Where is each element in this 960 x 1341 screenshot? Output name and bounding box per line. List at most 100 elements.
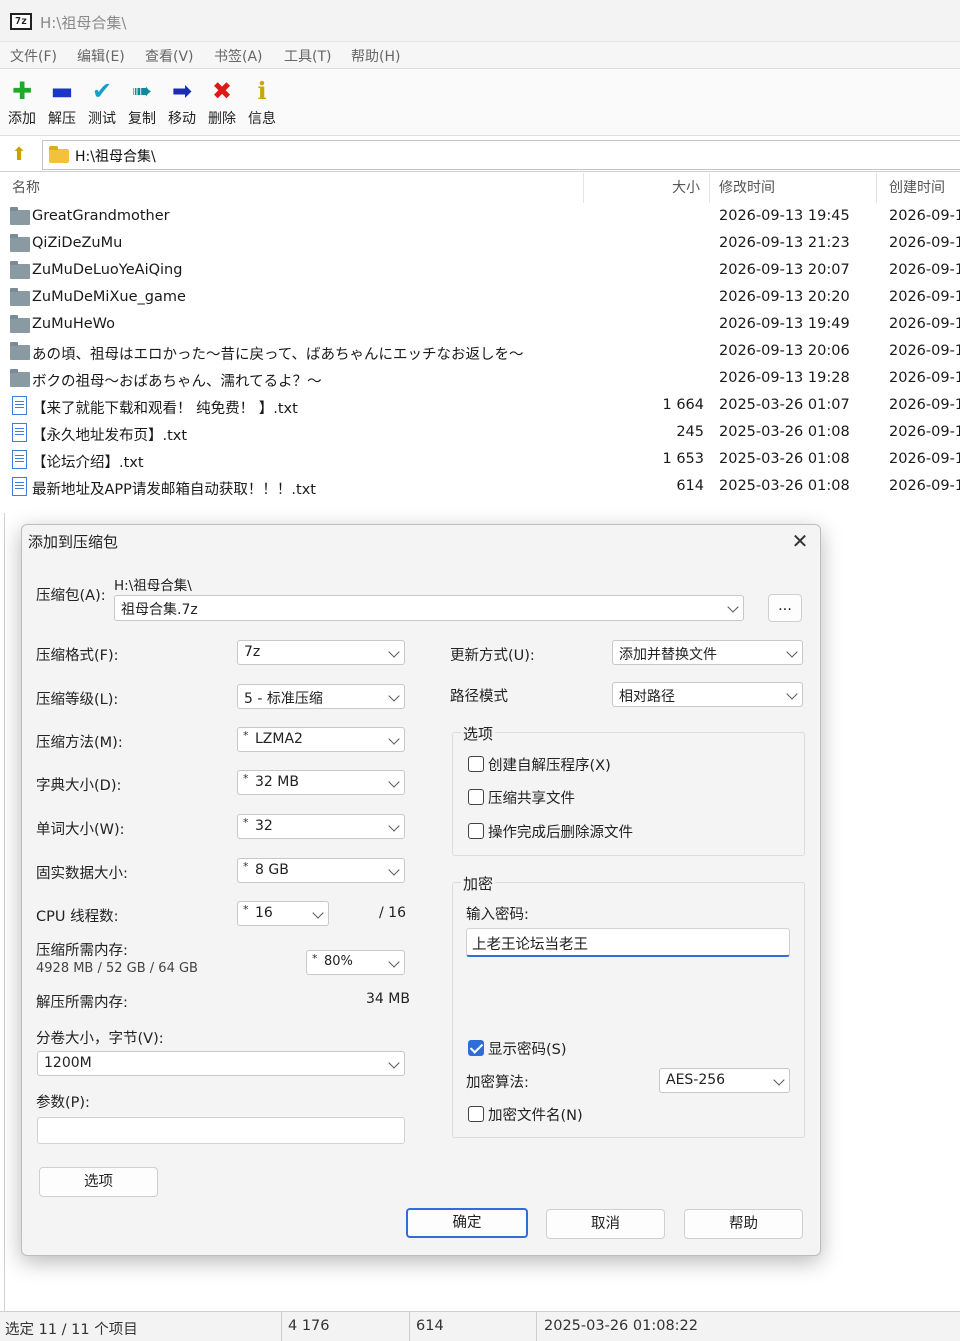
file-row[interactable]: ボクの祖母～おばあちゃん、濡れてるよ？～ 2026-09-13 19:28 2026… bbox=[0, 366, 960, 393]
file-row[interactable]: GreatGrandmother 2026-09-13 19:45 2026-09-… bbox=[0, 204, 960, 231]
status-selected: 选定 11 / 11 个项目 bbox=[5, 1322, 138, 1338]
path-mode-value: 相对路径 bbox=[619, 689, 675, 705]
archive-dir: H:\祖母合集\ bbox=[114, 578, 192, 594]
default-dot: * bbox=[243, 772, 249, 785]
file-row[interactable]: ZuMuHeWo 2026-09-13 19:49 2026-09-1 bbox=[0, 312, 960, 339]
encrypt-names-checkbox[interactable] bbox=[468, 1106, 484, 1122]
mem-percent-value: 80% bbox=[324, 954, 353, 969]
password-input[interactable]: 上老王论坛当老王 bbox=[466, 928, 790, 957]
enc-method-label: 加密算法: bbox=[466, 1075, 529, 1091]
encryption-group-label: 加密 bbox=[461, 873, 496, 894]
menu-file[interactable]: 文件(F) bbox=[10, 46, 57, 66]
column-header-size[interactable]: 大小 bbox=[672, 177, 700, 197]
default-dot: * bbox=[243, 729, 249, 742]
text-file-icon bbox=[12, 423, 27, 442]
word-label: 单词大小(W): bbox=[36, 822, 125, 838]
address-input[interactable]: H:\祖母合集\ bbox=[42, 140, 960, 170]
cpu-total: / 16 bbox=[379, 905, 406, 921]
browse-button[interactable]: ... bbox=[768, 594, 802, 622]
level-select[interactable]: 5 - 标准压缩 bbox=[237, 684, 405, 709]
ok-button[interactable]: 确定 bbox=[406, 1208, 528, 1238]
file-row[interactable]: 【论坛介绍】.txt 1 653 2025-03-26 01:08 2026-09-1 bbox=[0, 447, 960, 474]
dict-value: 32 MB bbox=[255, 774, 299, 790]
format-select[interactable]: 7z bbox=[237, 640, 405, 665]
shared-checkbox[interactable] bbox=[468, 789, 484, 805]
toolbar-test-check-button[interactable]: ✔ 测试 bbox=[82, 76, 122, 128]
test-check-icon: ✔ bbox=[91, 77, 113, 105]
mem-percent-select[interactable]: * 80% bbox=[306, 950, 405, 975]
column-divider[interactable] bbox=[876, 173, 877, 203]
dict-select[interactable]: * 32 MB bbox=[237, 770, 405, 795]
show-password-checkbox[interactable] bbox=[468, 1040, 484, 1056]
file-modified: 2026-09-13 19:49 bbox=[719, 316, 850, 332]
column-divider[interactable] bbox=[709, 173, 710, 203]
column-header-created[interactable]: 创建时间 bbox=[889, 177, 945, 197]
solid-label: 固实数据大小: bbox=[36, 866, 128, 882]
format-label: 压缩格式(F): bbox=[36, 648, 119, 664]
toolbar-copy-arrows-button[interactable]: ➠ 复制 bbox=[122, 76, 162, 128]
enc-method-select[interactable]: AES-256 bbox=[659, 1068, 790, 1093]
cancel-button[interactable]: 取消 bbox=[546, 1209, 665, 1239]
file-created: 2026-09-1 bbox=[889, 370, 960, 386]
column-header-name[interactable]: 名称 bbox=[12, 177, 40, 197]
delete-source-checkbox[interactable] bbox=[468, 823, 484, 839]
menu-edit[interactable]: 编辑(E) bbox=[77, 46, 125, 66]
options-button[interactable]: 选项 bbox=[39, 1167, 158, 1197]
file-name: QiZiDeZuMu bbox=[32, 235, 123, 251]
column-divider[interactable] bbox=[583, 173, 584, 203]
file-modified: 2026-09-13 20:20 bbox=[719, 289, 850, 305]
menu-view[interactable]: 查看(V) bbox=[145, 46, 194, 66]
default-dot: * bbox=[243, 816, 249, 829]
copy-arrows-icon: ➠ bbox=[131, 77, 153, 105]
toolbar-delete-x-button[interactable]: ✖ 删除 bbox=[202, 76, 242, 128]
text-file-icon bbox=[12, 396, 27, 415]
close-icon[interactable]: ✕ bbox=[788, 529, 812, 553]
folder-up-icon[interactable]: ⬆ bbox=[6, 143, 32, 167]
archive-name-combo[interactable]: 祖母合集.7z bbox=[114, 595, 744, 621]
file-created: 2026-09-1 bbox=[889, 343, 960, 359]
menu-bookmarks[interactable]: 书签(A) bbox=[214, 46, 263, 66]
file-row[interactable]: ZuMuDeLuoYeAiQing 2026-09-13 20:07 2026-09… bbox=[0, 258, 960, 285]
password-label: 输入密码: bbox=[466, 907, 529, 923]
file-row[interactable]: 最新地址及APP请发邮箱自动获取！！！.txt 614 2025-03-26 01:… bbox=[0, 474, 960, 501]
solid-select[interactable]: * 8 GB bbox=[237, 858, 405, 883]
toolbar-extract-minus-button[interactable]: ▬ 解压 bbox=[42, 76, 82, 128]
params-input[interactable] bbox=[37, 1117, 405, 1144]
window-frame bbox=[0, 513, 5, 1311]
method-select[interactable]: * LZMA2 bbox=[237, 727, 405, 752]
file-name: 最新地址及APP请发邮箱自动获取！！！.txt bbox=[32, 482, 316, 498]
app-7z-icon: 7z bbox=[10, 13, 32, 30]
file-row[interactable]: ZuMuDeMiXue_game 2026-09-13 20:20 2026-09-… bbox=[0, 285, 960, 312]
menu-tools[interactable]: 工具(T) bbox=[284, 46, 331, 66]
file-row[interactable]: QiZiDeZuMu 2026-09-13 21:23 2026-09-1 bbox=[0, 231, 960, 258]
encrypt-names-label: 加密文件名(N) bbox=[488, 1108, 583, 1124]
move-arrow-icon: ➡ bbox=[171, 77, 193, 105]
enc-method-value: AES-256 bbox=[666, 1072, 726, 1088]
sfx-checkbox[interactable] bbox=[468, 756, 484, 772]
help-button[interactable]: 帮助 bbox=[684, 1209, 803, 1239]
volume-select[interactable]: 1200M bbox=[37, 1051, 405, 1076]
toolbar-info-button[interactable]: ℹ 信息 bbox=[242, 76, 282, 128]
toolbar-add-plus-button[interactable]: ✚ 添加 bbox=[2, 76, 42, 128]
word-select[interactable]: * 32 bbox=[237, 814, 405, 839]
dict-label: 字典大小(D): bbox=[36, 778, 122, 794]
folder-icon bbox=[10, 261, 30, 279]
update-select[interactable]: 添加并替换文件 bbox=[612, 640, 803, 665]
file-modified: 2026-09-13 21:23 bbox=[719, 235, 850, 251]
chevron-down-icon bbox=[727, 601, 739, 613]
column-header-modified[interactable]: 修改时间 bbox=[719, 177, 775, 197]
menu-help[interactable]: 帮助(H) bbox=[351, 46, 400, 66]
mem-decomp-value: 34 MB bbox=[366, 991, 410, 1007]
toolbar: ✚ 添加 ▬ 解压 ✔ 测试 ➠ 复制 ➡ 移动 ✖ 删除 ℹ 信息 bbox=[0, 70, 960, 136]
file-modified: 2026-09-13 19:45 bbox=[719, 208, 850, 224]
add-plus-icon: ✚ bbox=[11, 77, 33, 105]
cpu-select[interactable]: * 16 bbox=[237, 901, 329, 926]
file-row[interactable]: 【永久地址发布页】.txt 245 2025-03-26 01:08 2026-09-… bbox=[0, 420, 960, 447]
file-row[interactable]: あの頃、祖母はエロかった～昔に戻って、ばあちゃんにエッチなお返しを～ 2026-0… bbox=[0, 339, 960, 366]
chevron-down-icon bbox=[388, 646, 400, 658]
toolbar-move-arrow-button[interactable]: ➡ 移动 bbox=[162, 76, 202, 128]
cpu-label: CPU 线程数: bbox=[36, 909, 119, 925]
address-path: H:\祖母合集\ bbox=[75, 149, 156, 165]
path-mode-select[interactable]: 相对路径 bbox=[612, 682, 803, 707]
file-row[interactable]: 【来了就能下载和观看！ 纯免费！ 】.txt 1 664 2025-03-26 01… bbox=[0, 393, 960, 420]
